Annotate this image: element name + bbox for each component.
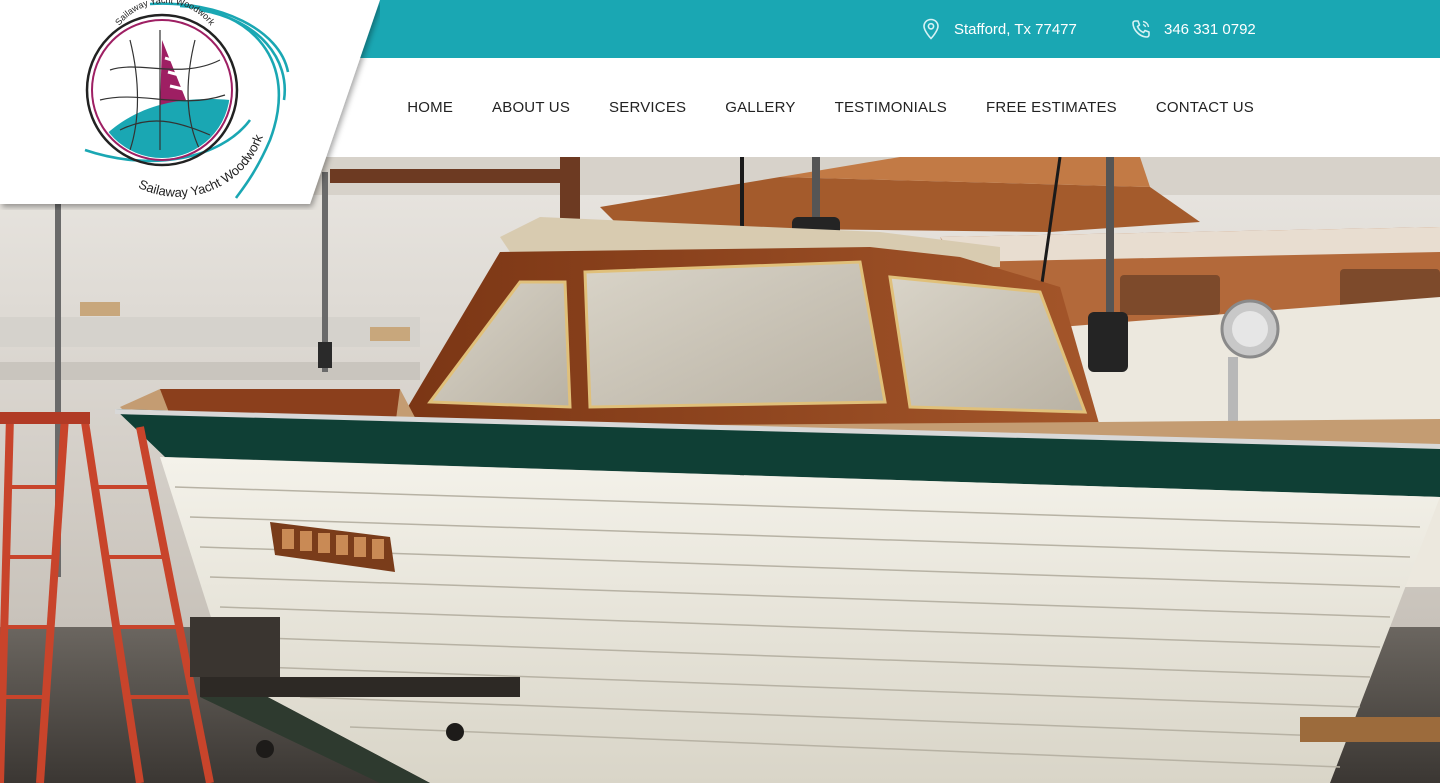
nav-services[interactable]: SERVICES <box>609 99 686 116</box>
logo[interactable]: Sailaway Yacht Woodwork Sailaway Yacht W… <box>0 0 380 205</box>
nav-home[interactable]: HOME <box>407 99 453 116</box>
nav-about-us[interactable]: ABOUT US <box>492 99 570 116</box>
location-info: Stafford, Tx 77477 <box>920 0 1077 58</box>
map-pin-icon <box>920 18 942 40</box>
hero-image <box>0 157 1440 783</box>
location-text: Stafford, Tx 77477 <box>954 20 1077 38</box>
phone-text[interactable]: 346 331 0792 <box>1164 21 1256 38</box>
nav-testimonials[interactable]: TESTIMONIALS <box>835 99 947 116</box>
main-nav: HOME ABOUT US SERVICES GALLERY TESTIMONI… <box>407 58 1254 157</box>
nav-free-estimates[interactable]: FREE ESTIMATES <box>986 99 1117 116</box>
nav-gallery[interactable]: GALLERY <box>725 99 795 116</box>
phone-info[interactable]: 346 331 0792 <box>1130 0 1256 58</box>
phone-icon <box>1130 18 1152 40</box>
nav-contact-us[interactable]: CONTACT US <box>1156 99 1254 116</box>
